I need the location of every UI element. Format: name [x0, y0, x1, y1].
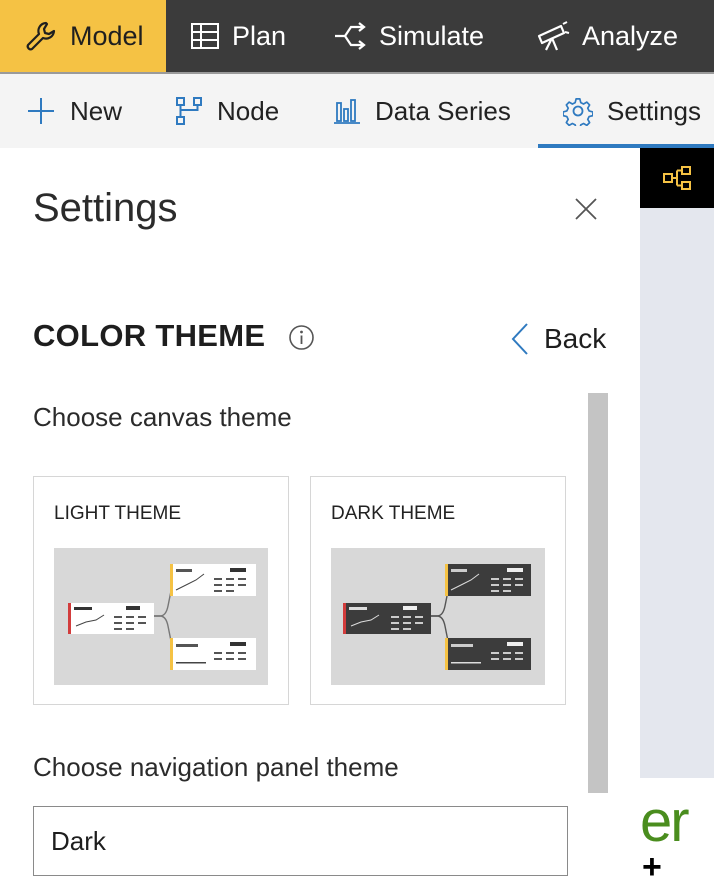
gear-icon: [563, 98, 593, 126]
nav-theme-select[interactable]: Dark: [33, 806, 568, 876]
back-button[interactable]: Back: [510, 322, 606, 356]
back-button-label: Back: [544, 323, 607, 354]
dark-theme-label: DARK THEME: [331, 503, 456, 524]
bar-chart-icon: [334, 99, 360, 124]
new-button[interactable]: New: [26, 74, 122, 148]
ribbon-toolbar: New Node Data Series Settings: [0, 72, 714, 148]
light-theme-label: LIGHT THEME: [54, 503, 182, 524]
tab-plan-label: Plan: [232, 20, 287, 51]
canvas-theme-label: Choose canvas theme: [33, 402, 292, 432]
dark-theme-card[interactable]: DARK THEME: [310, 476, 566, 705]
section-title: COLOR THEME: [33, 318, 266, 353]
settings-panel: Settings COLOR THEME Back Choose canvas …: [0, 148, 640, 886]
tab-analyze-label: Analyze: [582, 20, 679, 51]
light-theme-card[interactable]: LIGHT THEME: [33, 476, 289, 705]
canvas-partial-text: er: [640, 789, 690, 854]
wrench-icon: [26, 21, 56, 51]
data-series-button[interactable]: Data Series: [333, 74, 511, 148]
node-tree-icon: [176, 97, 202, 125]
info-icon[interactable]: [288, 324, 315, 351]
tab-plan[interactable]: Plan: [166, 0, 311, 72]
settings-button-label: Settings: [607, 95, 701, 126]
tree-layout-button[interactable]: [640, 148, 714, 208]
tab-model-label: Model: [70, 20, 144, 51]
nav-theme-select-value: Dark: [51, 825, 106, 856]
chevron-left-icon: [511, 323, 528, 355]
settings-button[interactable]: Settings: [563, 74, 701, 148]
nav-theme-label: Choose navigation panel theme: [33, 752, 399, 782]
branch-arrow-icon: [335, 22, 366, 50]
tree-layout-icon: [663, 166, 691, 190]
tab-simulate-label: Simulate: [379, 20, 485, 51]
telescope-icon: [537, 21, 570, 51]
node-button-label: Node: [217, 95, 280, 126]
new-button-label: New: [70, 95, 123, 126]
dark-theme-preview: [331, 548, 545, 685]
model-canvas[interactable]: er +: [640, 148, 714, 886]
plus-icon: [28, 98, 54, 124]
close-icon[interactable]: [572, 195, 600, 223]
tab-analyze[interactable]: Analyze: [500, 0, 714, 72]
tab-simulate[interactable]: Simulate: [311, 0, 500, 72]
canvas-add-icon[interactable]: +: [642, 848, 662, 886]
panel-scrollbar[interactable]: [588, 393, 608, 793]
table-icon: [191, 23, 219, 49]
tab-model[interactable]: Model: [0, 0, 166, 72]
data-series-button-label: Data Series: [375, 95, 511, 126]
panel-title: Settings: [33, 186, 178, 230]
light-theme-preview: [54, 548, 268, 685]
node-button[interactable]: Node: [175, 74, 279, 148]
mode-tab-bar: Model Plan Simulate Analyze: [0, 0, 714, 72]
